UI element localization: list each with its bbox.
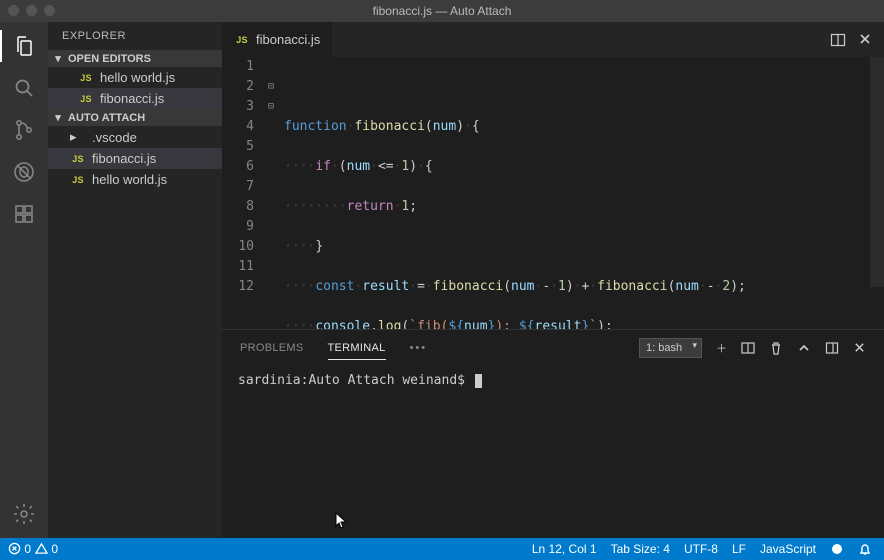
chevron-up-icon[interactable]: [797, 341, 811, 355]
bottom-panel: PROBLEMS TERMINAL ••• 1: bash ＋ sardinia…: [222, 329, 884, 538]
status-warnings[interactable]: 0: [35, 542, 58, 556]
activity-bar: [0, 22, 48, 538]
zoom-dot[interactable]: [44, 5, 55, 16]
split-editor-icon[interactable]: [830, 32, 846, 48]
debug-icon[interactable]: [10, 158, 38, 186]
file-name: hello world.js: [100, 70, 175, 85]
status-errors[interactable]: 0: [8, 542, 31, 556]
folder-header[interactable]: ▾ AUTO ATTACH: [48, 109, 222, 126]
file-name: hello world.js: [92, 172, 167, 187]
panel-tabs: PROBLEMS TERMINAL ••• 1: bash ＋: [222, 330, 884, 365]
chevron-down-icon: ▾: [52, 111, 64, 124]
window-controls[interactable]: [8, 5, 55, 16]
chevron-right-icon: ▸: [70, 129, 86, 145]
js-file-icon: JS: [78, 94, 94, 104]
maximize-panel-icon[interactable]: [825, 341, 839, 355]
status-encoding[interactable]: UTF-8: [684, 542, 718, 556]
sidebar-title: EXPLORER: [48, 22, 222, 50]
status-bar: 0 0 Ln 12, Col 1 Tab Size: 4 UTF-8 LF Ja…: [0, 538, 884, 560]
new-terminal-icon[interactable]: ＋: [716, 340, 727, 356]
folder-name: .vscode: [92, 130, 137, 145]
tab-title: fibonacci.js: [256, 32, 320, 47]
tab-problems[interactable]: PROBLEMS: [240, 342, 304, 354]
code-content[interactable]: function·fibonacci(num)·{ ····if·(num·<=…: [284, 57, 884, 329]
close-icon[interactable]: [858, 32, 872, 48]
search-icon[interactable]: [10, 74, 38, 102]
line-numbers: 1 2 3 4 5 6 7 8 9 10 11 12: [222, 57, 268, 329]
status-eol[interactable]: LF: [732, 542, 746, 556]
file-entry[interactable]: JS fibonacci.js: [48, 148, 222, 169]
editor-tab[interactable]: JS fibonacci.js: [222, 22, 332, 57]
js-file-icon: JS: [70, 175, 86, 185]
fold-gutter[interactable]: ⊟ ⊟: [268, 57, 284, 329]
terminal-select[interactable]: 1: bash: [639, 338, 702, 358]
file-name: fibonacci.js: [100, 91, 164, 106]
section-label: OPEN EDITORS: [68, 53, 151, 65]
js-file-icon: JS: [234, 35, 250, 45]
editor-area: JS fibonacci.js 1 2 3 4 5 6 7: [222, 22, 884, 538]
tab-terminal[interactable]: TERMINAL: [328, 342, 386, 360]
terminal-cursor: [475, 374, 482, 388]
terminal-selector[interactable]: 1: bash: [639, 338, 702, 358]
status-indent[interactable]: Tab Size: 4: [611, 542, 670, 556]
source-control-icon[interactable]: [10, 116, 38, 144]
chevron-down-icon: ▾: [52, 52, 64, 65]
open-editors-header[interactable]: ▾ OPEN EDITORS: [48, 50, 222, 67]
terminal-prompt: sardinia:Auto Attach weinand$: [238, 373, 465, 388]
js-file-icon: JS: [70, 154, 86, 164]
explorer-sidebar: EXPLORER ▾ OPEN EDITORS JS hello world.j…: [48, 22, 222, 538]
bell-icon[interactable]: [858, 542, 872, 556]
section-label: AUTO ATTACH: [68, 112, 145, 124]
feedback-icon[interactable]: [830, 542, 844, 556]
tab-bar: JS fibonacci.js: [222, 22, 884, 57]
settings-gear-icon[interactable]: [10, 500, 38, 528]
more-icon[interactable]: •••: [410, 342, 428, 354]
open-editor-entry[interactable]: JS fibonacci.js: [48, 88, 222, 109]
titlebar: fibonacci.js — Auto Attach: [0, 0, 884, 22]
window-title: fibonacci.js — Auto Attach: [373, 4, 512, 18]
close-panel-icon[interactable]: [853, 341, 866, 354]
extensions-icon[interactable]: [10, 200, 38, 228]
file-name: fibonacci.js: [92, 151, 156, 166]
terminal-view[interactable]: sardinia:Auto Attach weinand$: [222, 365, 884, 396]
status-language[interactable]: JavaScript: [760, 542, 816, 556]
folder-entry[interactable]: ▸ .vscode: [48, 126, 222, 148]
explorer-icon[interactable]: [10, 32, 38, 60]
open-editor-entry[interactable]: JS hello world.js: [48, 67, 222, 88]
file-entry[interactable]: JS hello world.js: [48, 169, 222, 190]
close-dot[interactable]: [8, 5, 19, 16]
split-terminal-icon[interactable]: [741, 341, 755, 355]
status-cursor[interactable]: Ln 12, Col 1: [532, 542, 597, 556]
minimize-dot[interactable]: [26, 5, 37, 16]
kill-terminal-icon[interactable]: [769, 341, 783, 355]
code-editor[interactable]: 1 2 3 4 5 6 7 8 9 10 11 12 ⊟ ⊟: [222, 57, 884, 329]
js-file-icon: JS: [78, 73, 94, 83]
